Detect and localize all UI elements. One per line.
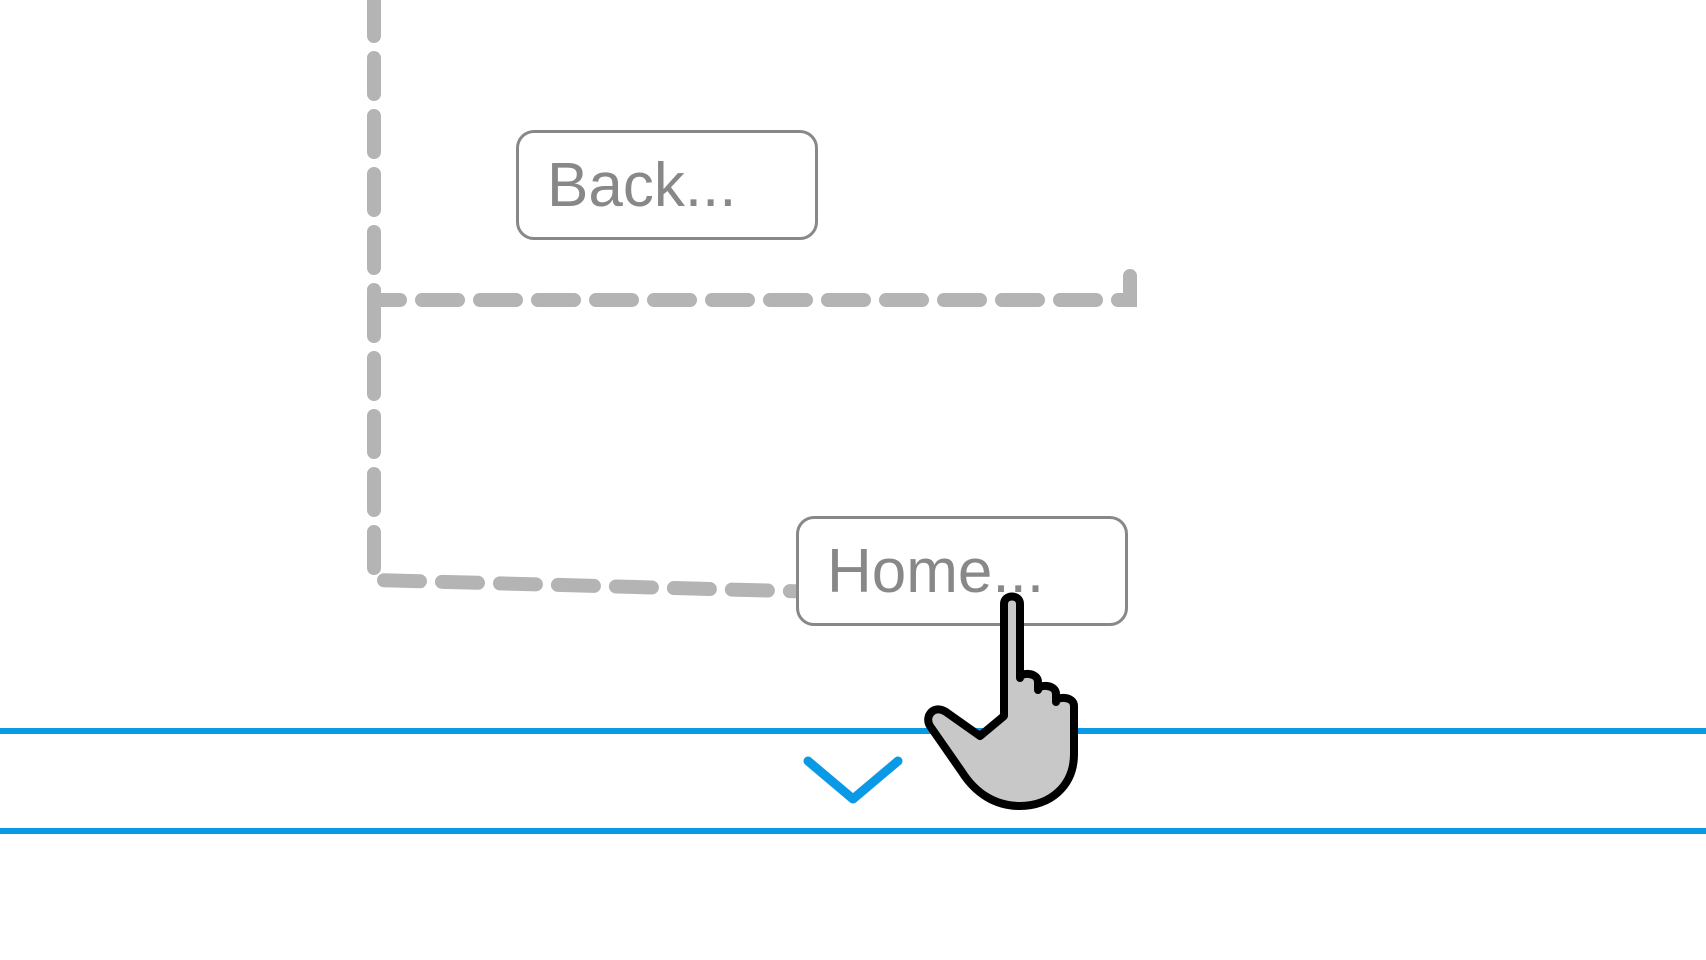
home-button[interactable]: Home... xyxy=(796,516,1128,626)
back-button[interactable]: Back... xyxy=(516,130,818,240)
chevron-down-icon xyxy=(798,751,908,811)
back-button-label: Back... xyxy=(547,150,737,221)
home-button-label: Home... xyxy=(827,536,1044,607)
expand-bar[interactable] xyxy=(0,728,1706,834)
